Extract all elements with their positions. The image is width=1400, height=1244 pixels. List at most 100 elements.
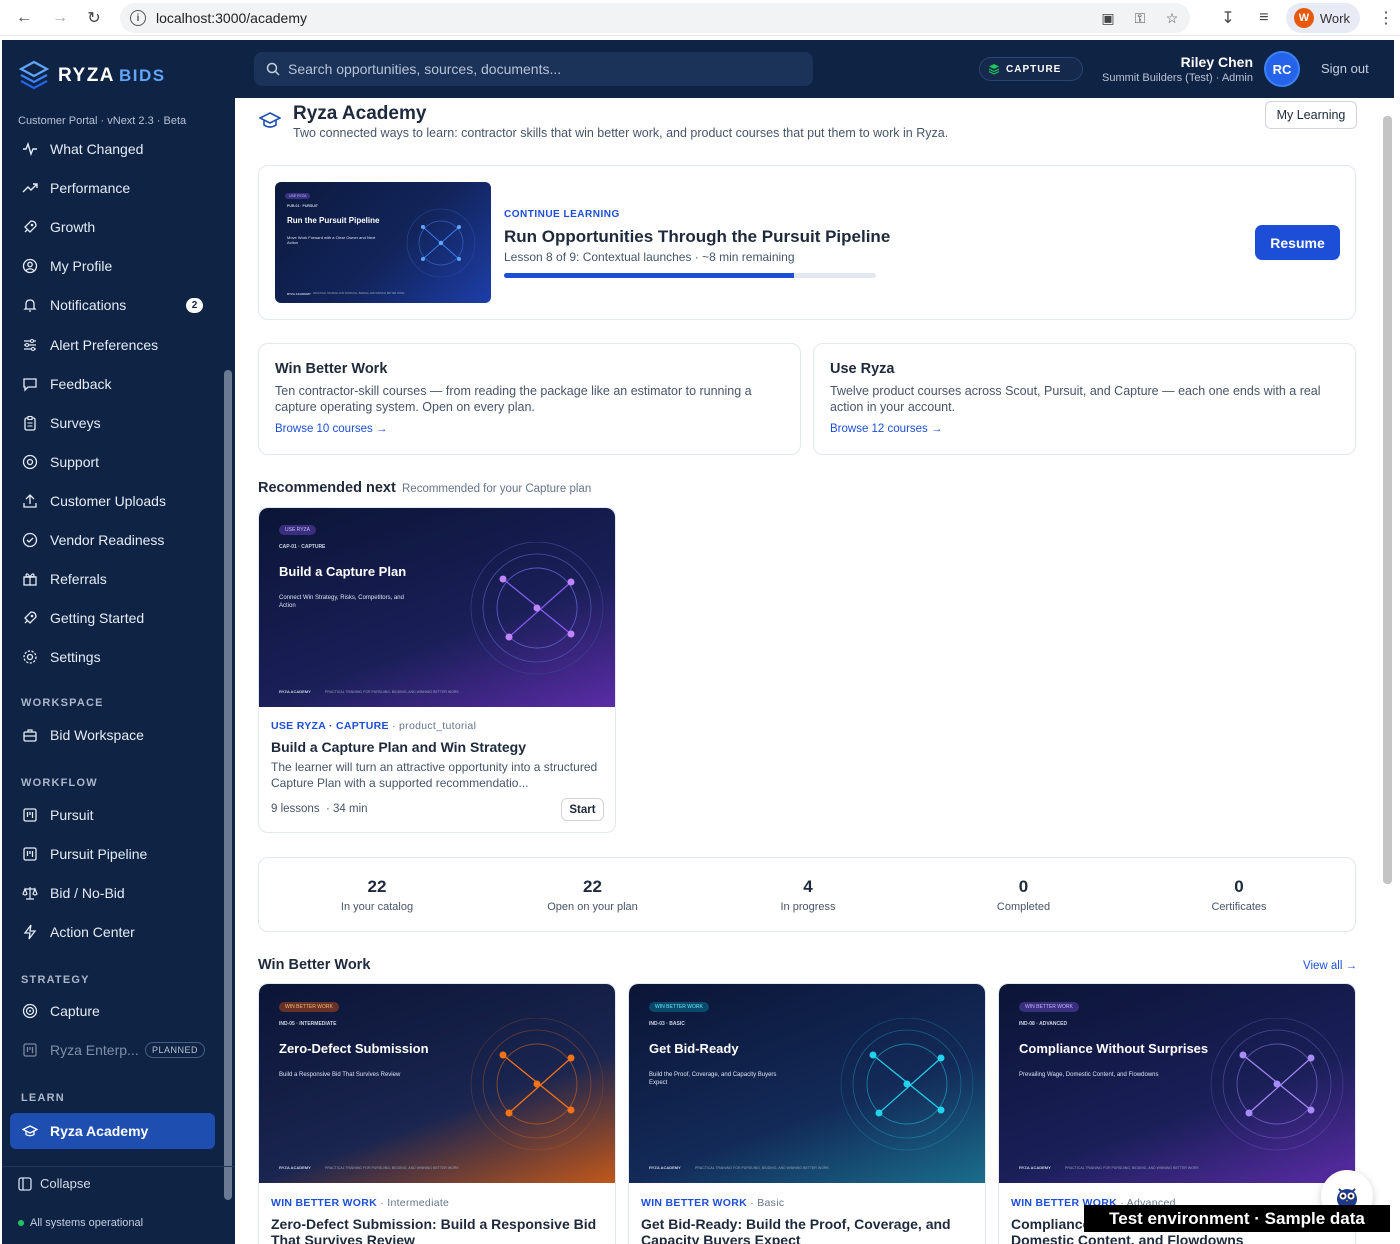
- track-card-use-ryza[interactable]: Use Ryza Twelve product courses across S…: [813, 343, 1356, 455]
- url-text[interactable]: localhost:3000/academy: [156, 10, 307, 26]
- course-thumbnail[interactable]: WIN BETTER WORK IND-08 · ADVANCED Complian…: [999, 984, 1355, 1183]
- sidebar-item-getting-started[interactable]: Getting Started: [10, 600, 215, 636]
- thumb-code: IND-03 · BASIC: [649, 1021, 685, 1027]
- sidebar-item-settings[interactable]: Settings: [10, 639, 215, 675]
- plan-chip-label: CAPTURE: [1006, 63, 1062, 75]
- network-graphic-icon: [840, 1018, 974, 1151]
- stat-certificates: 0 Certificates: [1139, 858, 1339, 913]
- sidebar-item-action-center[interactable]: Action Center: [10, 914, 215, 950]
- message-icon: [22, 376, 38, 392]
- forward-icon[interactable]: →: [46, 4, 74, 32]
- logo-text: RYZA: [58, 65, 116, 86]
- thumb-subtitle: Build a Responsive Bid That Survives Rev…: [279, 1072, 401, 1078]
- sidebar-item-pursuit[interactable]: Pursuit: [10, 797, 215, 833]
- thumb-code: IND-08 · ADVANCED: [1019, 1021, 1068, 1027]
- sidebar-item-my-profile[interactable]: My Profile: [10, 248, 215, 284]
- resume-button[interactable]: Resume: [1255, 225, 1340, 260]
- course-thumbnail[interactable]: USE RYZA CAP-01 · CAPTURE Build a Captur…: [259, 508, 615, 707]
- collapse-button[interactable]: Collapse: [18, 1176, 91, 1191]
- graduation-cap-icon: [22, 1123, 38, 1139]
- sidebar-item-performance[interactable]: Performance: [10, 170, 215, 206]
- course-title[interactable]: Build a Capture Plan and Win Strategy: [271, 739, 611, 755]
- browse-courses-link[interactable]: Browse 10 courses →: [275, 423, 388, 435]
- sidebar-item-customer-uploads[interactable]: Customer Uploads: [10, 483, 215, 519]
- stat-label: In progress: [780, 901, 836, 913]
- test-environment-banner: Test environment · Sample data: [1084, 1205, 1390, 1232]
- sidebar-item-referrals[interactable]: Referrals: [10, 561, 215, 597]
- course-card-capture-plan[interactable]: USE RYZA CAP-01 · CAPTURE Build a Captur…: [258, 507, 616, 833]
- install-app-icon[interactable]: ▣: [1098, 8, 1118, 28]
- continue-course-title[interactable]: Run Opportunities Through the Pursuit Pi…: [504, 227, 890, 247]
- kanban-icon: [22, 1042, 38, 1058]
- sign-out-link[interactable]: Sign out: [1321, 61, 1369, 76]
- sidebar-item-pursuit-pipeline[interactable]: Pursuit Pipeline: [10, 836, 215, 872]
- course-card[interactable]: WIN BETTER WORK IND-03 · BASIC Get Bid-Rea…: [628, 983, 986, 1244]
- page-scrollbar[interactable]: [1383, 116, 1392, 884]
- site-info-icon[interactable]: i: [130, 10, 146, 26]
- sidebar-item-feedback[interactable]: Feedback: [10, 366, 215, 402]
- sidebar-item-label: Getting Started: [50, 610, 145, 627]
- reload-icon[interactable]: ↻: [80, 4, 108, 32]
- progress-fill: [504, 273, 795, 278]
- browser-menu-icon[interactable]: ⋮: [1372, 4, 1400, 32]
- search-input[interactable]: [288, 61, 788, 77]
- user-avatar[interactable]: RC: [1264, 51, 1300, 87]
- sidebar-item-notifications[interactable]: Notifications 2: [10, 287, 215, 323]
- network-graphic-icon: [470, 1018, 604, 1151]
- thumb-footer-tagline: PRACTICAL TRAINING FOR PURSUING, BIDDING…: [325, 690, 459, 694]
- view-all-link[interactable]: View all →: [1303, 960, 1357, 972]
- address-bar[interactable]: i localhost:3000/academy ▣ ⚿ ☆: [120, 3, 1190, 33]
- course-thumbnail[interactable]: WIN BETTER WORK IND-05 · INTERMEDIATE Zero…: [259, 984, 615, 1183]
- plan-chip[interactable]: CAPTURE: [979, 57, 1083, 81]
- sidebar-item-surveys[interactable]: Surveys: [10, 405, 215, 441]
- download-icon[interactable]: ↧: [1214, 4, 1242, 32]
- sidebar-item-growth[interactable]: Growth: [10, 209, 215, 245]
- browse-courses-link[interactable]: Browse 12 courses →: [830, 423, 943, 435]
- page-subtitle: Two connected ways to learn: contractor …: [293, 126, 949, 140]
- sidebar-section-strategy: STRATEGY: [21, 974, 90, 986]
- course-kicker: USE RYZA · CAPTURE · product_tutorial: [271, 720, 476, 732]
- my-learning-button[interactable]: My Learning: [1265, 101, 1357, 129]
- sidebar-item-label: Settings: [50, 649, 101, 666]
- continue-course-thumbnail[interactable]: USE RYZA PUR-01 · PURSUIT Run the Pursui…: [275, 182, 491, 303]
- course-title[interactable]: Zero-Defect Submission: Build a Responsi…: [271, 1216, 611, 1244]
- start-button[interactable]: Start: [561, 798, 604, 821]
- stat-value: 4: [803, 877, 813, 896]
- logo-icon: [18, 60, 50, 90]
- course-track: USE RYZA · CAPTURE: [271, 720, 389, 732]
- gift-icon: [22, 571, 38, 587]
- sidebar-scrollbar[interactable]: [224, 370, 232, 1200]
- global-search[interactable]: [254, 52, 813, 86]
- thumb-subtitle: Move Work Forward with a Clear Owner and…: [287, 235, 376, 246]
- sidebar-item-ryza-academy[interactable]: Ryza Academy: [10, 1113, 215, 1149]
- course-title[interactable]: Get Bid-Ready: Build the Proof, Coverage…: [641, 1216, 981, 1244]
- track-card-win-better-work[interactable]: Win Better Work Ten contractor-skill cou…: [258, 343, 801, 455]
- sidebar-item-vendor-readiness[interactable]: Vendor Readiness: [10, 522, 215, 558]
- sidebar-item-label: Surveys: [50, 414, 101, 431]
- sidebar-item-label: What Changed: [50, 141, 144, 157]
- sidebar-item-bid-no-bid[interactable]: Bid / No-Bid: [10, 875, 215, 911]
- graduation-cap-icon: [259, 112, 281, 128]
- thumb-footer: RYZA ACADEMY: [649, 1165, 681, 1170]
- briefcase-icon: [22, 727, 38, 743]
- bookmark-star-icon[interactable]: ☆: [1162, 8, 1182, 28]
- stat-open-on-your-plan: 22 Open on your plan: [493, 858, 693, 913]
- course-thumbnail[interactable]: WIN BETTER WORK IND-03 · BASIC Get Bid-Rea…: [629, 984, 985, 1183]
- sidebar-item-capture[interactable]: Capture: [10, 993, 215, 1029]
- user-circle-icon: [22, 258, 38, 274]
- thumb-title: Get Bid-Ready: [649, 1041, 739, 1056]
- browser-profile-chip[interactable]: W Work: [1285, 3, 1360, 33]
- stat-label: Open on your plan: [547, 901, 638, 913]
- sidebar-item-support[interactable]: Support: [10, 444, 215, 480]
- course-card[interactable]: WIN BETTER WORK IND-05 · INTERMEDIATE Zero…: [258, 983, 616, 1244]
- sidebar-item-bid-workspace[interactable]: Bid Workspace: [10, 717, 215, 753]
- media-queue-icon[interactable]: ≡: [1250, 4, 1278, 32]
- sidebar-item-alert-preferences[interactable]: Alert Preferences: [10, 327, 215, 363]
- logo[interactable]: RYZA BIDS: [18, 60, 166, 92]
- password-key-icon[interactable]: ⚿: [1130, 8, 1150, 28]
- sidebar-item-what-changed[interactable]: What Changed: [10, 131, 215, 167]
- activity-icon: [22, 141, 38, 157]
- sidebar-item-ryza-enterp[interactable]: Ryza Enterp... PLANNED: [10, 1032, 215, 1068]
- back-icon[interactable]: ←: [10, 4, 38, 32]
- portal-version: Customer Portal · vNext 2.3 · Beta: [18, 115, 187, 127]
